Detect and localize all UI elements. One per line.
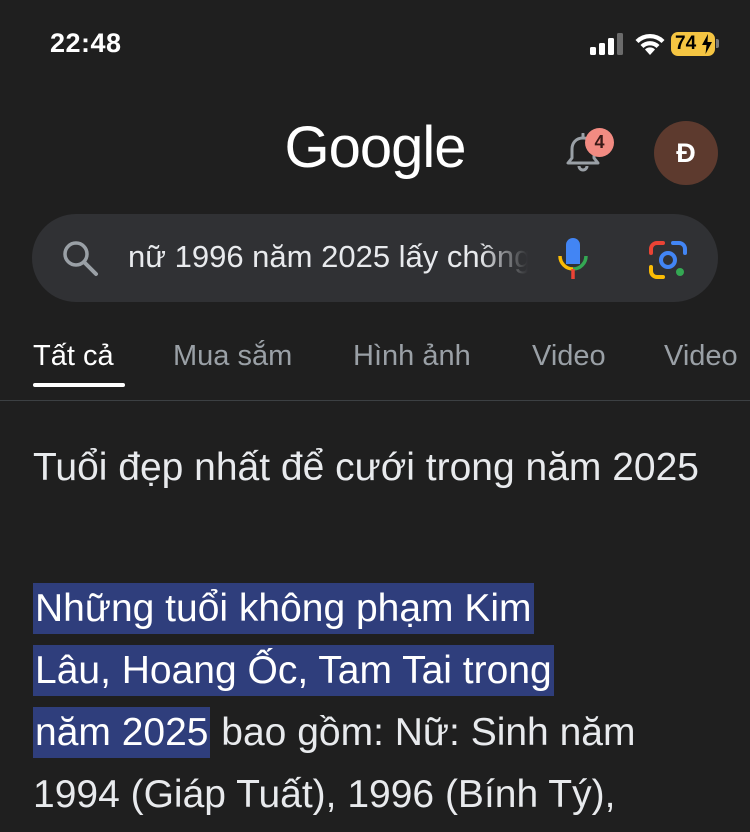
cellular-signal-icon — [590, 33, 626, 55]
snippet-text-3: bao gồm: Nữ: Sinh năm — [210, 711, 636, 754]
status-time: 22:48 — [50, 28, 122, 58]
google-logo[interactable]: Google — [0, 114, 750, 181]
result-snippet: Những tuổi không phạm Kim Lâu, Hoang Ốc,… — [33, 578, 733, 826]
microphone-icon[interactable] — [554, 236, 592, 282]
status-bar: 22:48 74 — [0, 0, 750, 90]
tab-images[interactable]: Hình ảnh — [353, 340, 471, 373]
tab-all[interactable]: Tất cả — [33, 340, 114, 373]
snippet-highlight-1: Những tuổi không phạm Kim — [33, 583, 534, 634]
search-input[interactable]: nữ 1996 năm 2025 lấy chồng — [128, 239, 528, 279]
search-icon — [63, 241, 98, 276]
battery-level: 74 — [675, 33, 697, 54]
battery-icon: 74 — [671, 32, 715, 56]
wifi-icon — [635, 33, 665, 55]
tab-video[interactable]: Video — [532, 340, 606, 373]
search-tabs: Tất cả Mua sắm Hình ảnh Video Video — [0, 330, 750, 401]
battery-nub — [716, 39, 719, 48]
snippet-highlight-3: năm 2025 — [33, 707, 211, 758]
snippet-text-4: 1994 (Giáp Tuất), 1996 (Bính Tý), — [33, 773, 616, 816]
result-title[interactable]: Tuổi đẹp nhất để cưới trong năm 2025 — [33, 440, 723, 496]
tab-video-2[interactable]: Video — [664, 340, 738, 373]
search-bar[interactable]: nữ 1996 năm 2025 lấy chồng — [32, 214, 718, 302]
tab-shopping[interactable]: Mua sắm — [173, 340, 292, 373]
google-lens-icon[interactable] — [647, 239, 689, 281]
notification-badge: 4 — [585, 128, 614, 157]
snippet-highlight-2: Lâu, Hoang Ốc, Tam Tai trong — [33, 645, 554, 696]
charging-bolt-icon — [702, 34, 712, 54]
active-tab-indicator — [33, 383, 125, 387]
header: Google 4 Đ — [0, 90, 750, 210]
account-avatar[interactable]: Đ — [654, 121, 718, 185]
